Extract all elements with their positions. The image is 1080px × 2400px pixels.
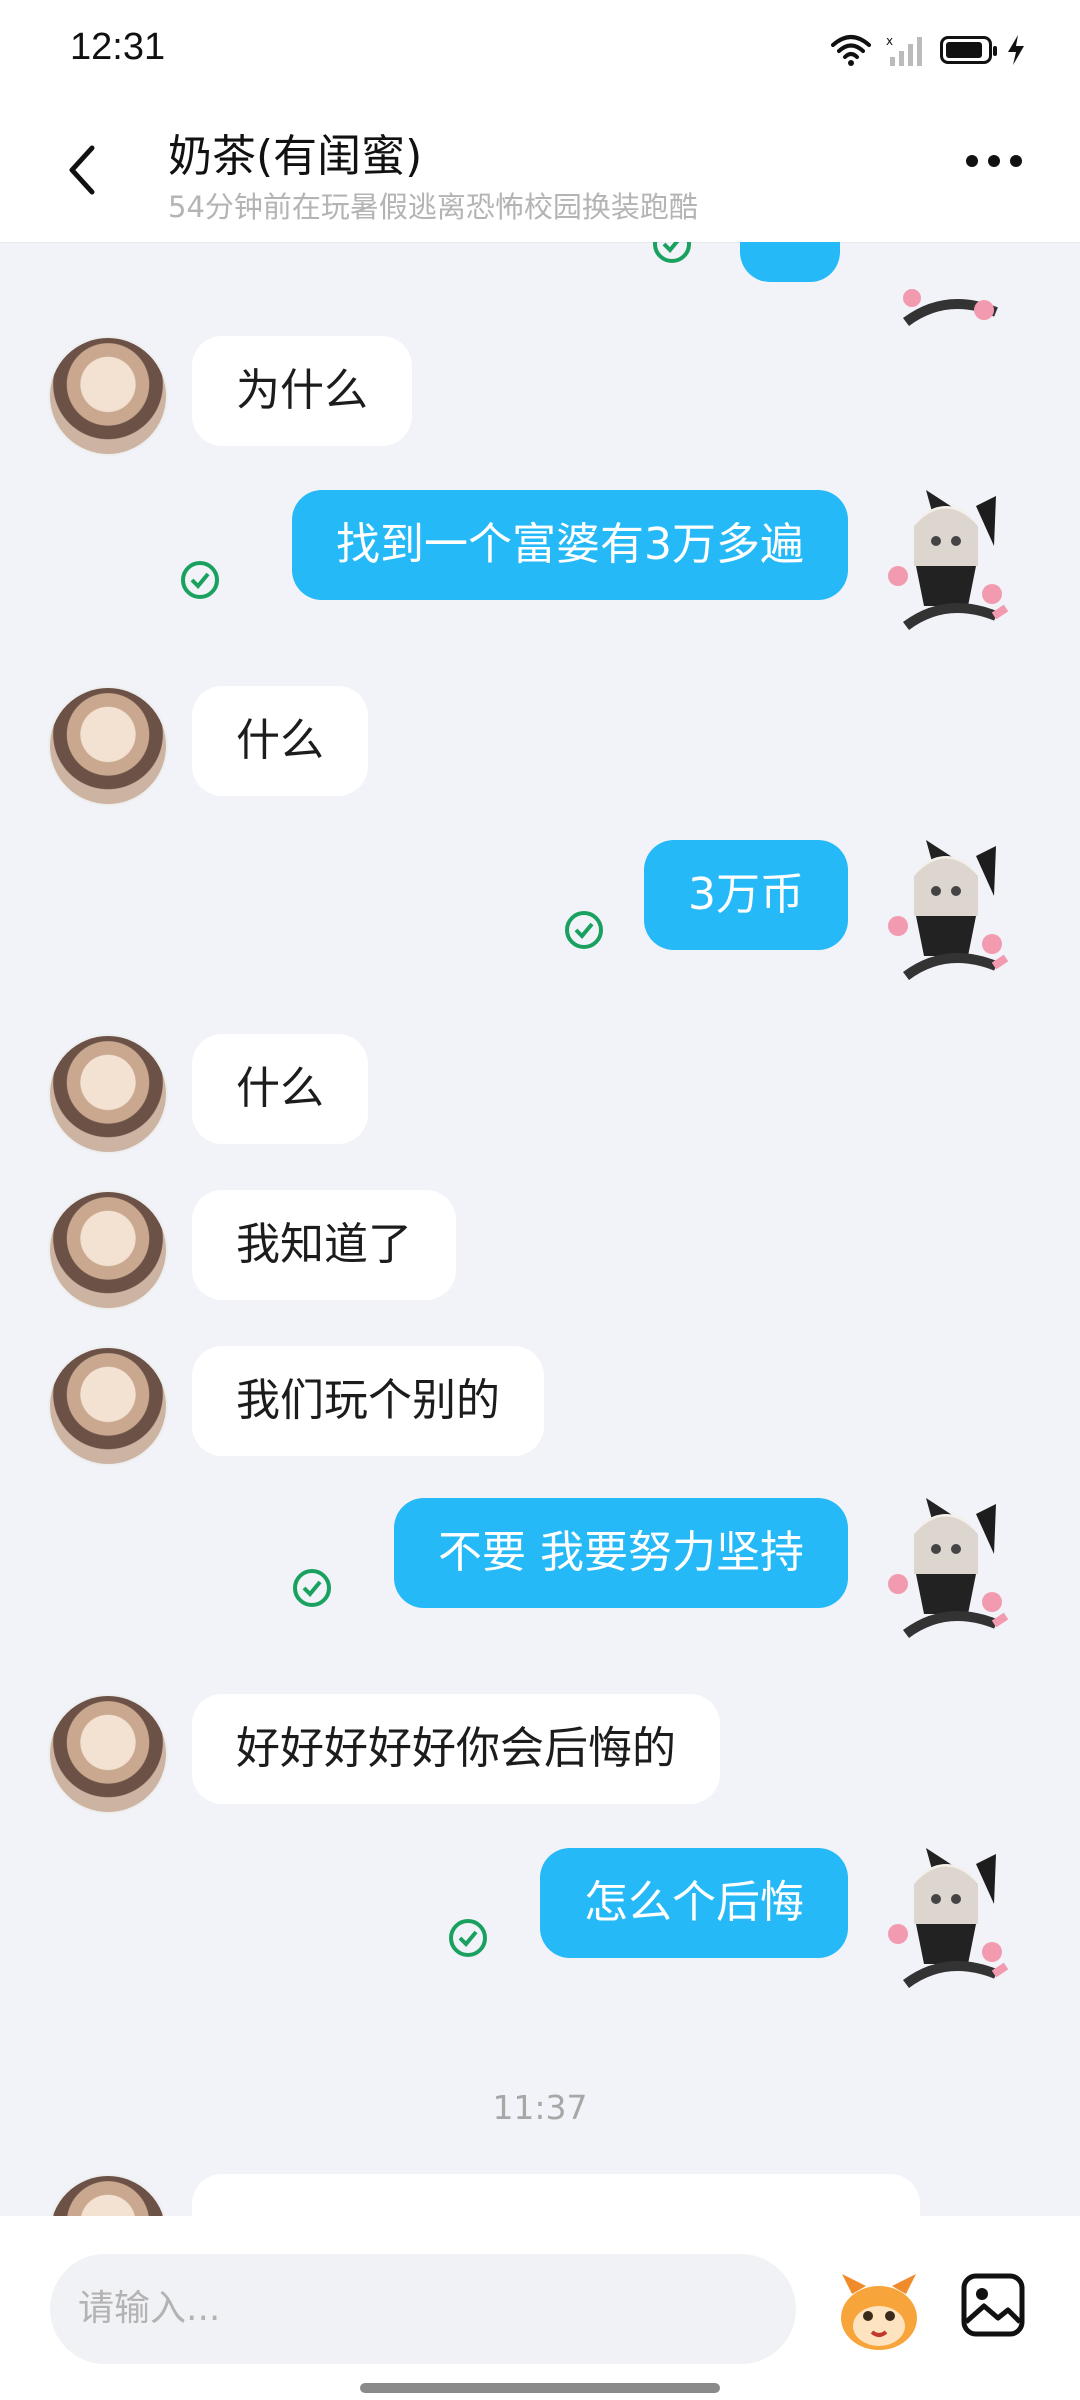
message-bubble-received[interactable]: 什么 bbox=[192, 686, 368, 796]
message-bubble-partial[interactable] bbox=[192, 2174, 920, 2216]
chat-subtitle: 54分钟前在玩暑假逃离恐怖校园换装跑酷 bbox=[168, 190, 698, 224]
message-bubble-received[interactable]: 为什么 bbox=[192, 336, 412, 446]
my-avatar[interactable] bbox=[876, 836, 1016, 986]
chat-title: 奶茶(有闺蜜) bbox=[168, 131, 423, 182]
message-bubble-received[interactable]: 好好好好好你会后悔的 bbox=[192, 1694, 720, 1804]
contact-avatar[interactable] bbox=[48, 1190, 168, 1310]
read-check-icon bbox=[293, 1569, 331, 1607]
message-input[interactable]: 请输入... bbox=[50, 2254, 796, 2364]
chat-header: 奶茶(有闺蜜) 54分钟前在玩暑假逃离恐怖校园换装跑酷 bbox=[0, 100, 1080, 243]
read-check-icon bbox=[653, 242, 691, 263]
contact-avatar[interactable] bbox=[48, 686, 168, 806]
status-time: 12:31 bbox=[70, 26, 166, 68]
my-avatar[interactable] bbox=[876, 242, 1016, 332]
my-avatar[interactable] bbox=[876, 486, 1016, 636]
my-avatar[interactable] bbox=[876, 1494, 1016, 1644]
image-picker-icon[interactable] bbox=[960, 2272, 1026, 2338]
battery-icon bbox=[940, 36, 997, 64]
contact-avatar[interactable] bbox=[48, 336, 168, 456]
status-bar: 12:31 x bbox=[0, 0, 1080, 100]
wifi-icon bbox=[831, 35, 871, 66]
read-check-icon bbox=[565, 911, 603, 949]
message-bubble-sent[interactable]: 不要 我要努力坚持 bbox=[394, 1498, 848, 1608]
message-bubble-sent[interactable]: 找到一个富婆有3万多遍 bbox=[292, 490, 848, 600]
cellular-signal-icon: x bbox=[886, 34, 922, 66]
status-icons: x bbox=[830, 30, 1026, 70]
contact-avatar[interactable] bbox=[48, 1694, 168, 1814]
message-bubble-received[interactable]: 我知道了 bbox=[192, 1190, 456, 1300]
message-list[interactable]: 为什么 找到一个富婆有3万多遍 什么 3万币 什么 我知道了 我们玩个别的 不要… bbox=[0, 242, 1080, 2216]
contact-avatar[interactable] bbox=[48, 1034, 168, 1154]
home-indicator[interactable] bbox=[360, 2383, 720, 2393]
message-bubble-partial[interactable] bbox=[740, 242, 840, 282]
my-avatar[interactable] bbox=[876, 1844, 1016, 1994]
read-check-icon bbox=[181, 561, 219, 599]
input-bar: 请输入... bbox=[0, 2216, 1080, 2400]
sticker-icon[interactable] bbox=[832, 2264, 926, 2358]
contact-avatar[interactable] bbox=[48, 2174, 168, 2216]
time-separator: 11:37 bbox=[492, 2088, 588, 2127]
more-options-icon[interactable] bbox=[966, 155, 1022, 167]
message-bubble-received[interactable]: 我们玩个别的 bbox=[192, 1346, 544, 1456]
contact-avatar[interactable] bbox=[48, 1346, 168, 1466]
svg-text:x: x bbox=[886, 34, 893, 48]
read-check-icon bbox=[449, 1919, 487, 1957]
back-arrow-icon[interactable] bbox=[60, 140, 104, 200]
message-bubble-sent[interactable]: 怎么个后悔 bbox=[540, 1848, 848, 1958]
charging-icon bbox=[1008, 35, 1024, 65]
message-bubble-received[interactable]: 什么 bbox=[192, 1034, 368, 1144]
message-bubble-sent[interactable]: 3万币 bbox=[644, 840, 848, 950]
